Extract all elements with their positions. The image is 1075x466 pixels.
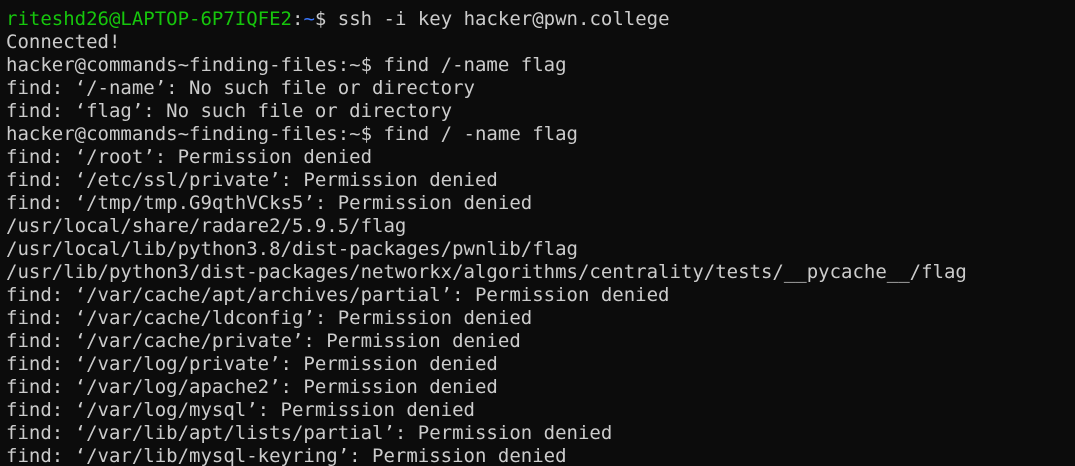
- prompt-separator: :: [291, 8, 304, 30]
- output-line: find: ‘flag’: No such file or directory: [6, 100, 453, 122]
- output-line: /usr/lib/python3/dist-packages/networkx/…: [6, 261, 967, 283]
- output-line: find: ‘/-name’: No such file or director…: [6, 77, 475, 99]
- output-line: find: ‘/var/log/mysql’: Permission denie…: [6, 399, 475, 421]
- output-line: find: ‘/var/cache/apt/archives/partial’:…: [6, 284, 670, 306]
- prompt-path: ~: [303, 8, 315, 30]
- remote-prompt-line: hacker@commands~finding-files:~$ find / …: [6, 123, 578, 145]
- output-line: find: ‘/var/lib/mysql-keyring’: Permissi…: [6, 445, 567, 466]
- output-line: find: ‘/var/lib/apt/lists/partial’: Perm…: [6, 422, 613, 444]
- prompt-symbol: $: [314, 8, 338, 30]
- output-line: /usr/local/lib/python3.8/dist-packages/p…: [6, 238, 578, 260]
- output-line: find: ‘/var/log/private’: Permission den…: [6, 353, 498, 375]
- output-line: find: ‘/tmp/tmp.G9qthVCks5’: Permission …: [6, 192, 533, 214]
- prompt-user-host: riteshd26@LAPTOP-6P7IQFE2: [6, 8, 292, 30]
- output-line: find: ‘/var/cache/ldconfig’: Permission …: [6, 307, 533, 329]
- prompt-command: ssh -i key hacker@pwn.college: [337, 8, 670, 30]
- remote-prompt-line: hacker@commands~finding-files:~$ find /-…: [6, 54, 567, 76]
- output-line: Connected!: [6, 31, 121, 53]
- terminal-window[interactable]: riteshd26@LAPTOP-6P7IQFE2:~$ ssh -i key …: [0, 0, 1075, 466]
- output-line: find: ‘/etc/ssl/private’: Permission den…: [6, 169, 498, 191]
- output-line: /usr/local/share/radare2/5.9.5/flag: [6, 215, 407, 237]
- output-line: find: ‘/var/log/apache2’: Permission den…: [6, 376, 498, 398]
- output-line: find: ‘/root’: Permission denied: [6, 146, 373, 168]
- local-prompt-line: riteshd26@LAPTOP-6P7IQFE2:~$ ssh -i key …: [6, 8, 1075, 31]
- output-line: find: ‘/var/cache/private’: Permission d…: [6, 330, 521, 352]
